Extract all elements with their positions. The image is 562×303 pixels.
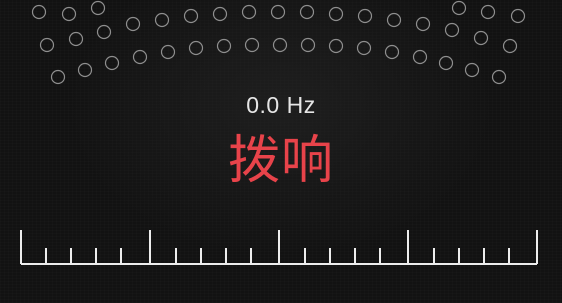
indicator-dot xyxy=(132,49,148,65)
indicator-dot xyxy=(502,38,518,54)
indicator-dot xyxy=(241,4,257,20)
indicator-dot xyxy=(300,37,316,53)
frequency-readout: 0.0 Hz xyxy=(246,92,316,118)
tuning-scale xyxy=(20,230,538,265)
indicator-dot xyxy=(451,0,467,16)
indicator-dot xyxy=(61,6,77,22)
indicator-dot xyxy=(31,4,47,20)
indicator-dot xyxy=(412,49,428,65)
indicator-dot xyxy=(491,69,507,85)
indicator-dot xyxy=(270,4,286,20)
indicator-dot xyxy=(216,38,232,54)
indicator-dot xyxy=(480,4,496,20)
indicator-dot xyxy=(510,8,526,24)
indicator-dot xyxy=(77,62,93,78)
indicator-dot xyxy=(272,37,288,53)
indicator-dot xyxy=(328,38,344,54)
indicator-dot xyxy=(188,40,204,56)
indicator-dot xyxy=(356,40,372,56)
indicator-dot xyxy=(90,0,106,16)
tuner-screen: 0.0 Hz 拨响 xyxy=(0,0,562,303)
indicator-dot xyxy=(39,37,55,53)
indicator-dot xyxy=(212,6,228,22)
indicator-dot xyxy=(160,44,176,60)
indicator-dot xyxy=(96,24,112,40)
indicator-dot xyxy=(464,62,480,78)
indicator-dot xyxy=(183,8,199,24)
indicator-dot xyxy=(357,8,373,24)
pluck-status-label: 拨响 xyxy=(227,131,334,191)
indicator-dot xyxy=(125,16,141,32)
indicator-dot xyxy=(384,44,400,60)
indicator-dot xyxy=(415,16,431,32)
indicator-dot xyxy=(473,30,489,46)
indicator-dot xyxy=(438,55,454,71)
indicator-dot xyxy=(328,6,344,22)
indicator-dot xyxy=(154,12,170,28)
indicator-dot xyxy=(386,12,402,28)
indicator-dot xyxy=(244,37,260,53)
indicator-dot xyxy=(68,31,84,47)
indicator-dot xyxy=(444,22,460,38)
indicator-dot xyxy=(104,55,120,71)
indicator-dot xyxy=(299,4,315,20)
indicator-dot xyxy=(50,69,66,85)
